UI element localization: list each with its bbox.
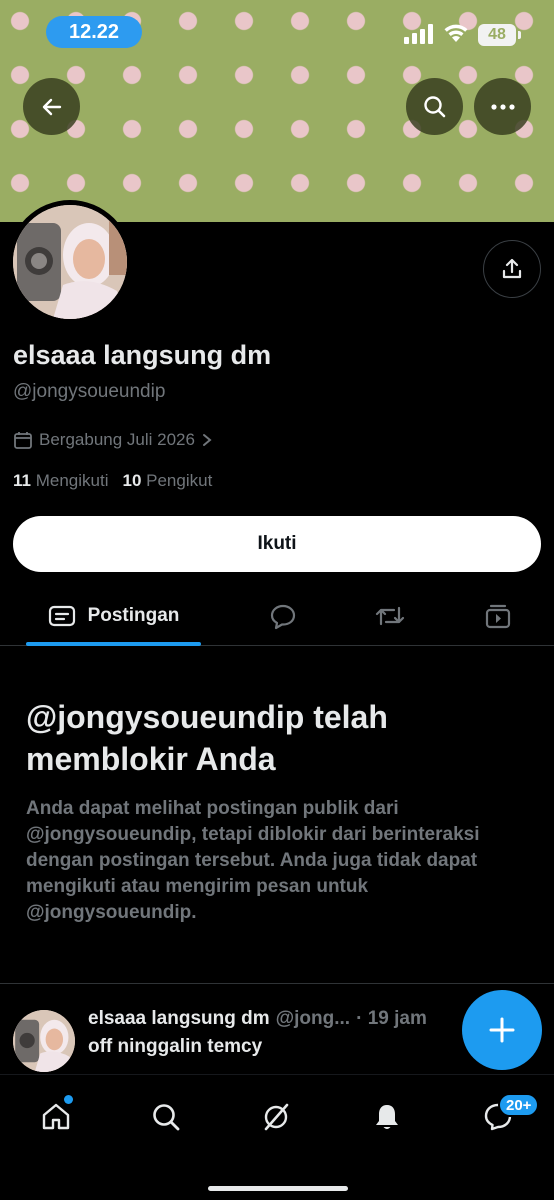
battery-indicator: 48 [478, 24, 521, 46]
messages-badge: 20+ [498, 1093, 540, 1117]
search-icon [153, 1104, 180, 1131]
follow-button[interactable]: Ikuti [13, 516, 541, 572]
display-name: elsaaa langsung dm [13, 340, 272, 370]
followers-count: 10 [122, 471, 142, 490]
more-options-button[interactable] [474, 78, 531, 135]
tab-reposts[interactable] [362, 586, 418, 646]
post-author-handle[interactable]: @jong... [276, 1008, 350, 1030]
grok-icon [264, 1103, 289, 1131]
avatar-photo [13, 205, 127, 319]
nav-grok[interactable] [256, 1097, 296, 1137]
followers-stat[interactable]: 10 Pengikut [122, 471, 212, 491]
following-count: 11 [13, 471, 31, 490]
bell-icon [376, 1105, 398, 1129]
nav-search[interactable] [146, 1097, 186, 1137]
profile-avatar[interactable] [8, 200, 132, 324]
home-indicator [208, 1186, 348, 1191]
joined-label: Bergabung Juli 2026 [39, 430, 195, 449]
tab-replies[interactable] [255, 586, 311, 646]
following-label: Mengikuti [35, 471, 109, 490]
divider [0, 983, 554, 984]
followers-label: Pengikut [146, 471, 213, 490]
post-author-name[interactable]: elsaaa langsung dm [88, 1008, 270, 1030]
nav-notifications[interactable] [367, 1097, 407, 1137]
post-text[interactable]: off ninggalin temcy [88, 1036, 262, 1058]
post-avatar-photo [13, 1010, 75, 1072]
tab-media[interactable] [470, 586, 526, 646]
post-avatar[interactable] [13, 1010, 75, 1072]
post-time: · 19 jam [356, 1008, 427, 1029]
reply-icon [270, 604, 296, 630]
share-button[interactable] [483, 240, 541, 298]
signal-icon [404, 24, 433, 44]
profile-tabs: Postingan [0, 586, 554, 646]
blocked-description: Anda dapat melihat postingan publik dari… [26, 798, 480, 923]
active-tab-indicator [26, 642, 201, 646]
chevron-right-icon [202, 434, 212, 446]
wifi-icon [444, 24, 468, 42]
back-button[interactable] [23, 78, 80, 135]
more-horizontal-icon [490, 103, 515, 110]
home-notification-dot [64, 1095, 73, 1104]
media-icon [485, 604, 511, 629]
tab-posts-label: Postingan [87, 605, 180, 626]
repost-icon [375, 606, 405, 626]
home-icon [42, 1103, 70, 1130]
follow-stats: 11 Mengikuti 10 Pengikut [13, 471, 212, 491]
status-bar: 12.22 48 [0, 0, 554, 66]
compose-post-button[interactable] [462, 990, 542, 1070]
posts-icon [48, 605, 75, 627]
post-header: elsaaa langsung dm @jong... · 19 jam [88, 1008, 427, 1030]
search-button[interactable] [406, 78, 463, 135]
calendar-icon [14, 432, 32, 449]
avatar-image [13, 205, 127, 319]
tab-posts[interactable]: Postingan [26, 586, 201, 646]
profile-handle: @jongysoueundip [13, 381, 166, 402]
following-stat[interactable]: 11 Mengikuti [13, 471, 108, 491]
share-icon [502, 258, 522, 279]
joined-date[interactable]: Bergabung Juli 2026 [13, 430, 213, 450]
blocked-title: @jongysoueundip telah memblokir Anda [26, 699, 388, 777]
search-icon [423, 95, 445, 117]
status-time: 12.22 [46, 16, 142, 48]
arrow-left-icon [42, 98, 61, 115]
bottom-navigation: 20+ [0, 1074, 554, 1200]
plus-icon [489, 1017, 515, 1043]
